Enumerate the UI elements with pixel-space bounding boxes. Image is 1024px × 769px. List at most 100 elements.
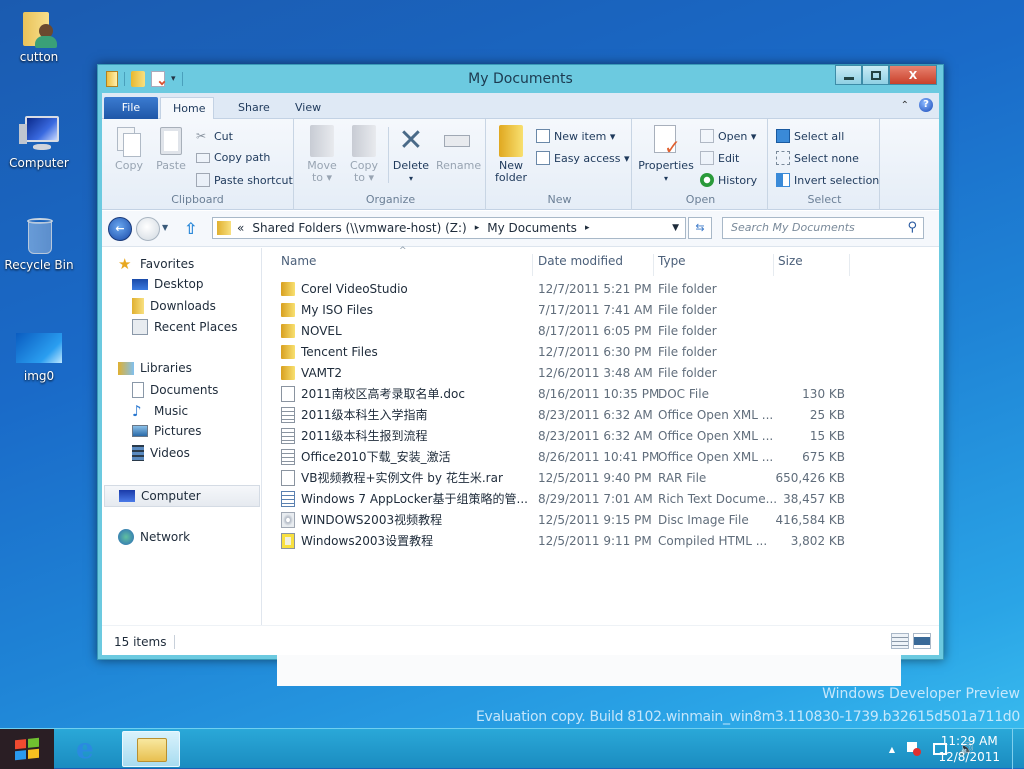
delete-button[interactable]: ✕ Delete ▾ (392, 125, 430, 185)
address-bar[interactable]: « Shared Folders (\\vmware-host) (Z:) ▸ … (212, 217, 686, 239)
column-header-name[interactable]: Name (277, 254, 533, 276)
file-row[interactable]: Corel VideoStudio 12/7/2011 5:21 PM File f… (277, 278, 857, 299)
select-all-icon (776, 129, 790, 143)
address-dropdown-icon[interactable]: ▼ (672, 223, 679, 233)
rtf-icon (281, 490, 295, 507)
file-row[interactable]: 2011级本科生入学指南 8/23/2011 6:32 AM Office Open… (277, 404, 857, 425)
open-button[interactable]: Open ▾ (700, 129, 756, 143)
history-icon (700, 173, 714, 187)
rename-button[interactable]: Rename (436, 125, 481, 172)
paste-shortcut-button[interactable]: Paste shortcut (196, 173, 293, 187)
back-button[interactable]: ← (108, 217, 132, 241)
group-select: Select all Select none Invert selection … (770, 119, 880, 210)
clock-time: 11:29 AM (940, 734, 998, 748)
up-button[interactable]: ⇧ (184, 219, 197, 238)
column-header-date[interactable]: Date modified (534, 254, 654, 276)
tab-share[interactable]: Share (226, 97, 282, 119)
desktop-icon-recycle-bin[interactable]: Recycle Bin (1, 216, 77, 272)
new-folder-button[interactable]: New folder (492, 125, 530, 184)
documents-icon (132, 382, 144, 398)
help-icon[interactable]: ? (919, 98, 933, 112)
action-center-flag-icon[interactable] (907, 742, 922, 756)
breadcrumb-my-documents[interactable]: My Documents (487, 221, 577, 235)
group-organize: Move to ▾ Copy to ▾ ✕ Delete ▾ Rename Organ… (296, 119, 486, 210)
file-date: 12/5/2011 9:11 PM (538, 533, 652, 548)
tab-home[interactable]: Home (160, 97, 214, 119)
taskbar-internet-explorer[interactable]: e (64, 731, 116, 767)
file-row[interactable]: NOVEL 8/17/2011 6:05 PM File folder (277, 320, 857, 341)
select-all-button[interactable]: Select all (776, 129, 844, 143)
nav-pictures[interactable]: Pictures (132, 424, 202, 438)
show-hidden-icons-button[interactable]: ▲ (889, 745, 895, 754)
history-button[interactable]: History (700, 173, 757, 187)
file-row[interactable]: VB视频教程+实例文件 by 花生米.rar 12/5/2011 9:40 PM R… (277, 467, 857, 488)
forward-button[interactable] (136, 217, 160, 241)
file-row[interactable]: VAMT2 12/6/2011 3:48 AM File folder (277, 362, 857, 383)
file-row[interactable]: Tencent Files 12/7/2011 6:30 PM File folde… (277, 341, 857, 362)
file-row[interactable]: Office2010下载_安装_激活 8/26/2011 10:41 PM Offi… (277, 446, 857, 467)
file-row[interactable]: My ISO Files 7/17/2011 7:41 AM File folder (277, 299, 857, 320)
nav-music[interactable]: ♪ Music (132, 403, 188, 419)
nav-downloads[interactable]: Downloads (132, 298, 216, 314)
breadcrumb-shared-folders[interactable]: Shared Folders (\\vmware-host) (Z:) (252, 221, 466, 235)
desktop-icon-cutton[interactable]: cutton (1, 8, 77, 64)
edit-button[interactable]: Edit (700, 151, 739, 165)
nav-libraries[interactable]: Libraries (118, 361, 192, 375)
desktop-icon-img0[interactable]: img0 (1, 333, 77, 383)
file-row[interactable]: Windows2003设置教程 12/5/2011 9:11 PM Compiled… (277, 530, 857, 551)
select-none-button[interactable]: Select none (776, 151, 859, 165)
title-bar[interactable]: ▾ My Documents X (98, 65, 943, 93)
folder-icon (281, 324, 295, 338)
easy-access-button[interactable]: Easy access ▾ (536, 151, 630, 165)
refresh-button[interactable]: ⇆ (688, 217, 712, 239)
search-input[interactable]: Search My Documents ⚲ (722, 217, 924, 239)
breadcrumb-separator[interactable]: ▸ (585, 223, 590, 233)
window-title: My Documents (468, 71, 573, 87)
cut-button[interactable]: ✂ Cut (196, 129, 233, 143)
desktop-icon-computer[interactable]: Computer (1, 114, 77, 170)
copy-path-button[interactable]: Copy path (196, 151, 270, 164)
properties-button[interactable]: ✓ Properties ▾ (636, 125, 696, 185)
file-name: WINDOWS2003视频教程 (301, 513, 443, 527)
breadcrumb-overflow[interactable]: « (237, 221, 244, 235)
column-header-size[interactable]: Size (774, 254, 850, 276)
minimize-button[interactable] (835, 65, 862, 85)
taskbar-file-explorer[interactable] (122, 731, 180, 767)
folder-icon (499, 125, 523, 157)
copy-to-button[interactable]: Copy to ▾ (346, 125, 382, 184)
file-row[interactable]: WINDOWS2003视频教程 12/5/2011 9:15 PM Disc Ima… (277, 509, 857, 530)
explorer-window: ▾ My Documents X File Home Share View ⌃ … (97, 64, 944, 686)
large-icons-view-button[interactable] (913, 633, 931, 649)
details-view-button[interactable] (891, 633, 909, 649)
tab-file[interactable]: File (104, 97, 158, 119)
new-item-button[interactable]: New item ▾ (536, 129, 615, 143)
nav-videos[interactable]: Videos (132, 445, 190, 461)
close-button[interactable]: X (889, 65, 937, 85)
column-header-type[interactable]: Type (654, 254, 774, 276)
copy-icon (113, 125, 145, 157)
nav-documents[interactable]: Documents (132, 382, 218, 398)
nav-favorites[interactable]: ★ Favorites (118, 256, 194, 272)
maximize-button[interactable] (862, 65, 889, 85)
maximize-icon (870, 70, 881, 80)
clock[interactable]: 11:29 AM 12/8/2011 (938, 733, 1000, 765)
folder-icon (281, 303, 295, 317)
file-row[interactable]: 2011级本科生报到流程 8/23/2011 6:32 AM Office Open… (277, 425, 857, 446)
invert-selection-button[interactable]: Invert selection (776, 173, 879, 187)
nav-recent-places[interactable]: Recent Places (132, 319, 237, 335)
file-date: 12/7/2011 5:21 PM (538, 281, 652, 296)
file-row[interactable]: 2011南校区高考录取名单.doc 8/16/2011 10:35 PM DOC F… (277, 383, 857, 404)
recent-locations-dropdown[interactable]: ▼ (162, 223, 168, 232)
paste-button[interactable]: Paste (154, 125, 188, 172)
show-desktop-button[interactable] (1012, 729, 1024, 769)
minimize-ribbon-icon[interactable]: ⌃ (901, 100, 909, 111)
breadcrumb-separator[interactable]: ▸ (475, 223, 480, 233)
nav-network[interactable]: Network (118, 529, 190, 545)
file-row[interactable]: Windows 7 AppLocker基于组策略的管... 8/29/2011 7… (277, 488, 857, 509)
nav-computer[interactable]: Computer (104, 485, 260, 507)
copy-button[interactable]: Copy (112, 125, 146, 172)
nav-desktop[interactable]: Desktop (132, 277, 204, 291)
tab-view[interactable]: View (283, 97, 333, 119)
move-to-button[interactable]: Move to ▾ (304, 125, 340, 184)
start-button[interactable] (0, 729, 54, 769)
